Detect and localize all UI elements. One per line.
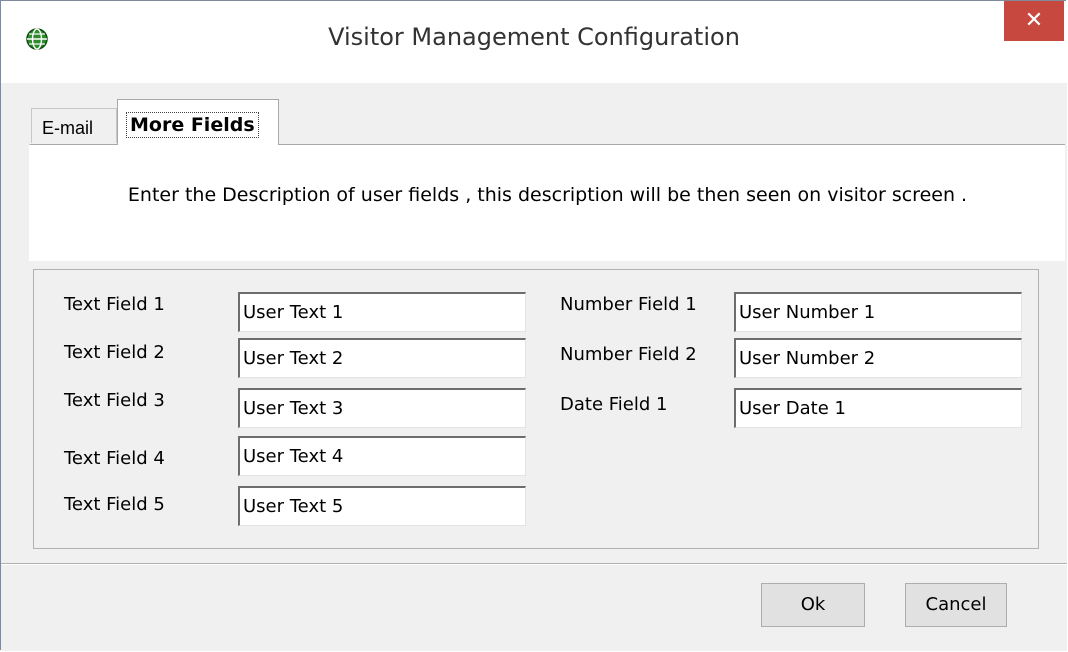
text-field-4-label: Text Field 4 [64, 448, 165, 469]
title-bar[interactable]: Visitor Management Configuration ✕ [1, 1, 1067, 83]
user-fields-group: Text Field 1 User Text 1 Text Field 2 Us… [33, 269, 1039, 549]
text-field-4-input[interactable]: User Text 4 [238, 436, 526, 476]
text-field-5-label: Text Field 5 [64, 494, 165, 515]
tab-more-fields[interactable]: More Fields [117, 99, 279, 145]
number-field-1-input[interactable]: User Number 1 [734, 292, 1022, 332]
date-field-1-label: Date Field 1 [560, 394, 668, 415]
text-field-5-input[interactable]: User Text 5 [238, 486, 526, 526]
button-area-separator [1, 563, 1067, 565]
window-title: Visitor Management Configuration [328, 23, 740, 51]
text-field-1-label: Text Field 1 [64, 294, 165, 315]
date-field-1-input[interactable]: User Date 1 [734, 388, 1022, 428]
close-icon: ✕ [1024, 8, 1044, 33]
text-field-3-label: Text Field 3 [64, 390, 165, 411]
text-field-2-input[interactable]: User Text 2 [238, 338, 526, 378]
ok-button[interactable]: Ok [761, 583, 865, 627]
close-button[interactable]: ✕ [1004, 1, 1064, 41]
tab-email[interactable]: E-mail [31, 108, 117, 143]
text-field-2-label: Text Field 2 [64, 342, 165, 363]
config-dialog: Visitor Management Configuration ✕ E-mai… [0, 0, 1067, 651]
tab-panel: Enter the Description of user fields , t… [29, 144, 1065, 261]
tab-label: More Fields [126, 112, 259, 138]
text-field-3-input[interactable]: User Text 3 [238, 388, 526, 428]
number-field-2-label: Number Field 2 [560, 344, 697, 365]
tab-label: E-mail [42, 118, 94, 138]
dialog-body: E-mail More Fields Enter the Description… [1, 83, 1067, 651]
number-field-1-label: Number Field 1 [560, 294, 697, 315]
number-field-2-input[interactable]: User Number 2 [734, 338, 1022, 378]
cancel-button[interactable]: Cancel [905, 583, 1007, 627]
instructions-text: Enter the Description of user fields , t… [127, 184, 968, 206]
text-field-1-input[interactable]: User Text 1 [238, 292, 526, 332]
